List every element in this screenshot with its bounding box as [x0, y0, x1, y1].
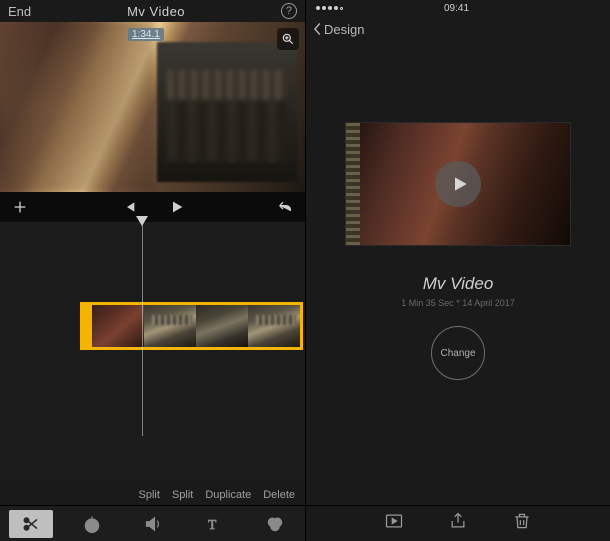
split-action[interactable]: Split [172, 489, 193, 501]
clip-thumbnail [92, 305, 144, 347]
delete-action[interactable]: Delete [263, 489, 295, 501]
back-label: Design [324, 22, 364, 37]
video-title: Mv Video [423, 274, 494, 294]
play-button[interactable] [169, 199, 185, 215]
zoom-icon[interactable] [277, 28, 299, 50]
video-meta: 1 Min 35 Sec * 14 April 2017 [401, 298, 515, 308]
share-icon[interactable] [448, 511, 468, 536]
play-button[interactable] [384, 511, 404, 536]
detail-body: Mv Video 1 Min 35 Sec * 14 April 2017 Ch… [306, 42, 610, 505]
trash-icon[interactable] [512, 511, 532, 536]
status-bar: 09:41 [306, 0, 610, 16]
prev-frame-button[interactable] [121, 199, 137, 215]
filters-tool[interactable] [253, 510, 297, 538]
duration-badge: 1:34.1 [128, 28, 164, 41]
change-button[interactable]: Change [431, 326, 485, 380]
tool-tabs: T [0, 505, 305, 541]
add-media-button[interactable] [12, 199, 28, 215]
editor-pane: End Mv Video ? 1:34.1 Spl [0, 0, 305, 541]
signal-icon [316, 6, 343, 10]
video-thumbnail[interactable] [345, 122, 571, 246]
speed-tool[interactable] [70, 510, 114, 538]
clip-thumbnail [196, 305, 248, 347]
duplicate-action[interactable]: Duplicate [205, 489, 251, 501]
detail-navbar: Design [306, 16, 610, 42]
preview-viewport[interactable]: 1:34.1 [0, 22, 305, 192]
status-time: 09:41 [444, 3, 469, 14]
selected-clip[interactable] [80, 302, 303, 350]
volume-tool[interactable] [131, 510, 175, 538]
done-button[interactable]: End [8, 4, 31, 19]
detail-pane: 09:41 Design Mv Video 1 Min 35 Sec * 14 … [305, 0, 610, 541]
split-action[interactable]: Split [139, 489, 160, 501]
play-overlay-icon[interactable] [435, 161, 481, 207]
clip-actions: Split Split Duplicate Delete [0, 485, 305, 505]
cut-tool[interactable] [9, 510, 53, 538]
clip-thumbnail [144, 305, 196, 347]
editor-topbar: End Mv Video ? [0, 0, 305, 22]
svg-text:T: T [208, 517, 216, 532]
titles-tool[interactable]: T [192, 510, 236, 538]
help-icon[interactable]: ? [281, 3, 297, 19]
timeline[interactable] [0, 222, 305, 485]
project-title: Mv Video [127, 4, 185, 19]
transport-bar [0, 192, 305, 222]
playhead[interactable] [142, 216, 143, 436]
back-button[interactable]: Design [312, 22, 364, 37]
detail-bottom-bar [306, 505, 610, 541]
clip-row [80, 302, 303, 350]
clip-trim-handle-left[interactable] [83, 305, 92, 347]
clip-thumbnail [248, 305, 300, 347]
undo-button[interactable] [277, 199, 293, 215]
